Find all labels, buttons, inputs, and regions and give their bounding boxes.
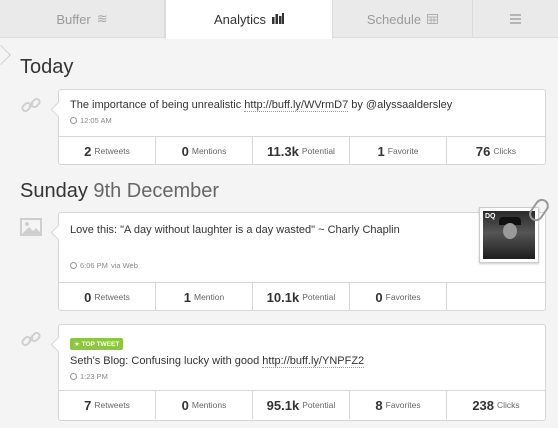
stat-clicks: [447, 283, 545, 311]
stat-label: Favorite: [387, 146, 419, 156]
clock-icon: [70, 262, 77, 269]
day-heading-bold: Today: [20, 56, 74, 78]
stat-label: Mention: [193, 292, 225, 302]
stat-number: 1: [377, 143, 385, 159]
stat-label: Potential: [301, 146, 335, 156]
stat-number: 238: [472, 397, 495, 413]
stat-favorites[interactable]: 1 Favorite: [350, 137, 447, 165]
analytics-page: Buffer ≋ Analytics Schedule Today The im…: [0, 0, 558, 428]
calendar-icon: [427, 12, 439, 27]
tweet-stats: 2 Retweets 0 Mentions 11.3k Potential 1 Favo…: [59, 136, 545, 165]
stat-label: Mentions: [191, 146, 227, 156]
stat-label: Favorites: [385, 292, 421, 302]
tweet-link[interactable]: http://buff.ly/WVrmD7: [244, 99, 349, 112]
tweet-stats: 7 Retweets 0 Mentions 95.1k Potential 8 Favo…: [59, 390, 545, 420]
tab-schedule[interactable]: Schedule: [333, 0, 473, 38]
top-tweet-badge: ★ TOP TWEET: [70, 338, 124, 350]
tweet-text: Love this: "A day without laughter is a …: [70, 224, 400, 236]
layers-icon: ≋: [96, 11, 108, 26]
top-tabs: Buffer ≋ Analytics Schedule: [0, 0, 558, 39]
stat-retweets[interactable]: 0 Retweets: [59, 283, 156, 311]
tweet-link[interactable]: http://buff.ly/YNPFZ2: [262, 355, 365, 368]
stat-mentions[interactable]: 0 Mentions: [156, 391, 253, 419]
stat-label: Retweets: [94, 292, 130, 302]
clock-icon: [70, 373, 77, 380]
photo: DQ: [483, 211, 535, 259]
stat-number: 1: [183, 289, 191, 305]
stat-retweets[interactable]: 7 Retweets: [59, 391, 156, 419]
stat-number: 2: [84, 143, 92, 159]
tweet-text-part: by @alyssaaldersley: [348, 99, 453, 111]
tweet-stats: 0 Retweets 1 Mention 10.1k Potential 0 Favor…: [59, 282, 545, 311]
tweet-body: The importance of being unrealistic http…: [59, 90, 545, 125]
stat-potential[interactable]: 11.3k Potential: [253, 137, 350, 165]
stat-label: Potential: [302, 400, 336, 410]
tweet-card[interactable]: The importance of being unrealistic http…: [58, 89, 546, 165]
stat-number: 7: [84, 397, 92, 413]
stat-number: 0: [181, 143, 189, 159]
tweet-card[interactable]: Love this: "A day without laughter is a …: [58, 196, 552, 311]
bar-chart-icon: [272, 12, 285, 27]
tweet-text-part: The importance of being unrealistic: [70, 99, 245, 111]
day-heading-sunday: Sunday 9th December: [20, 180, 219, 203]
stat-number: 11.3k: [267, 143, 299, 159]
tab-schedule-label: Schedule: [366, 11, 422, 27]
stat-mentions[interactable]: 0 Mentions: [156, 137, 253, 165]
tweet-image-thumbnail[interactable]: DQ: [479, 196, 552, 263]
stat-number: 0: [84, 289, 92, 305]
day-heading-bold: Sunday: [20, 180, 88, 202]
tweet-via: via Web: [110, 261, 138, 270]
stat-number: 10.1k: [266, 289, 300, 305]
link-icon: [20, 94, 42, 116]
menu-icon: [510, 12, 521, 27]
stat-label: Retweets: [94, 400, 130, 410]
tweet-meta: 1:23 PM: [70, 372, 535, 381]
day-heading-today: Today: [20, 56, 73, 79]
tweet-text: Seth's Blog: Confusing lucky with good h…: [70, 354, 535, 368]
left-pointer-marker: [0, 45, 11, 65]
tab-analytics[interactable]: Analytics: [165, 0, 333, 39]
tweet-time: 6:06 PM: [80, 261, 108, 270]
tweet-text: The importance of being unrealistic http…: [70, 98, 535, 112]
photo-face: [503, 223, 517, 239]
stat-label: Retweets: [94, 146, 130, 156]
tweet-time: 12:05 AM: [80, 116, 112, 125]
tab-analytics-label: Analytics: [213, 12, 267, 27]
thumb-logo-text: DQ: [485, 213, 496, 220]
stat-clicks[interactable]: 76 Clicks: [447, 137, 545, 165]
stat-clicks[interactable]: 238 Clicks: [447, 391, 545, 419]
day-heading-date: 9th December: [93, 180, 220, 202]
stat-number: 95.1k: [266, 397, 300, 413]
stat-number: 76: [475, 143, 491, 159]
stat-number: 0: [181, 397, 189, 413]
stat-number: 8: [375, 397, 383, 413]
clock-icon: [70, 117, 77, 124]
link-icon: [20, 328, 42, 350]
tweet-meta: 12:05 AM: [70, 116, 535, 125]
stat-label: Potential: [302, 292, 336, 302]
stat-favorites[interactable]: 8 Favorites: [350, 391, 447, 419]
tab-menu[interactable]: [473, 0, 558, 38]
stat-label: Clicks: [497, 400, 520, 410]
stat-label: Favorites: [385, 400, 421, 410]
tab-buffer[interactable]: Buffer ≋: [0, 0, 165, 38]
image-icon: [20, 218, 42, 240]
stat-mentions[interactable]: 1 Mention: [156, 283, 253, 311]
stat-retweets[interactable]: 2 Retweets: [59, 137, 156, 165]
tweet-body: Love this: "A day without laughter is a …: [59, 213, 545, 270]
stat-favorites[interactable]: 0 Favorites: [350, 283, 447, 311]
stat-label: Clicks: [493, 146, 517, 156]
stat-label: Mentions: [191, 400, 227, 410]
tweet-time: 1:23 PM: [80, 372, 108, 381]
stat-potential[interactable]: 10.1k Potential: [253, 283, 350, 311]
tweet-text-part: Seth's Blog: Confusing lucky with good: [70, 355, 263, 367]
tweet-body: ★ TOP TWEET Seth's Blog: Confusing lucky…: [59, 325, 545, 381]
tweet-meta: 6:06 PM via Web: [70, 261, 535, 270]
stat-number: 0: [375, 289, 383, 305]
tweet-card[interactable]: ★ TOP TWEET Seth's Blog: Confusing lucky…: [58, 324, 546, 421]
stat-potential[interactable]: 95.1k Potential: [253, 391, 350, 419]
tab-buffer-label: Buffer: [56, 11, 91, 27]
